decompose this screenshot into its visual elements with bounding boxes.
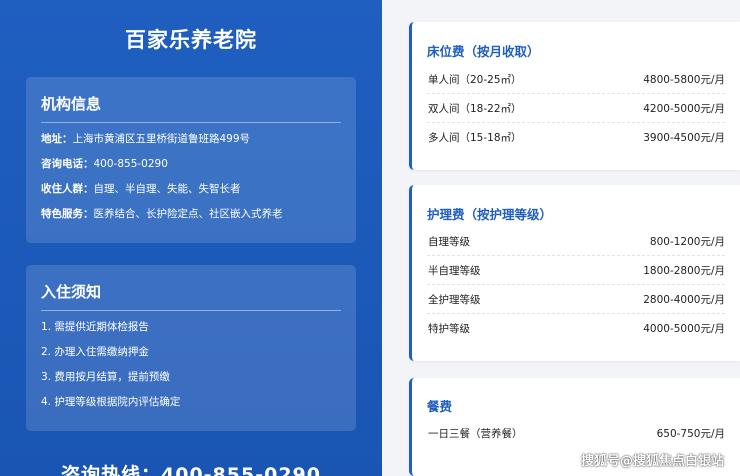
services-row: 特色服务：医养结合、长护险定点、社区嵌入式养老 [41,206,283,221]
fee-row: 一日三餐（营养餐） 650-750元/月 [427,419,725,448]
bed-fee-title: 床位费（按月收取） [427,44,540,59]
services-value: 医养结合、长护险定点、社区嵌入式养老 [93,208,283,220]
address-row: 地址：上海市黄浦区五里桥街道鲁班路499号 [41,131,250,146]
hotline: 咨询热线：400-855-0290 [61,464,321,476]
fee-price: 800-1200元/月 [649,236,725,248]
notice-item: 3. 费用按月结算，提前预缴 [41,371,170,383]
fee-name: 单人间（20-25㎡） [428,74,522,86]
fee-price: 4800-5800元/月 [643,74,725,86]
info-panel: 百家乐养老院 机构信息 地址：上海市黄浦区五里桥街道鲁班路499号 咨询电话：4… [0,0,382,476]
org-info-card: 机构信息 地址：上海市黄浦区五里桥街道鲁班路499号 咨询电话：400-855-… [26,77,356,243]
fee-price: 3900-4500元/月 [643,132,725,144]
meal-fee-title: 餐费 [427,399,453,414]
fee-name: 半自理等级 [428,265,481,277]
residents-label: 收住人群： [41,183,94,195]
address-label: 地址： [41,133,73,145]
phone-row: 咨询电话：400-855-0290 [41,156,168,171]
fee-row: 多人间（15-18㎡） 3900-4500元/月 [427,123,725,152]
fee-panel: 床位费（按月收取） 单人间（20-25㎡） 4800-5800元/月 双人间（1… [382,0,740,476]
fee-name: 特护等级 [428,323,470,335]
fee-name: 多人间（15-18㎡） [428,132,522,144]
services-label: 特色服务： [41,208,94,220]
care-fee-title: 护理费（按护理等级） [427,207,553,222]
phone-value: 400-855-0290 [93,158,168,170]
residents-row: 收住人群：自理、半自理、失能、失智长者 [41,181,241,196]
notice-item: 2. 办理入住需缴纳押金 [41,346,149,358]
fee-name: 双人间（18-22㎡） [428,103,522,115]
watermark: 搜狐号@搜狐焦点白银站 [580,454,724,469]
notice-item: 1. 需提供近期体检报告 [41,321,149,333]
fee-price: 1800-2800元/月 [643,265,725,277]
fee-price: 4200-5000元/月 [643,103,725,115]
fee-price: 2800-4000元/月 [643,294,725,306]
fee-row: 特护等级 4000-5000元/月 [427,314,725,343]
notice-item: 4. 护理等级根据院内评估确定 [41,396,181,408]
fee-name: 自理等级 [428,236,470,248]
fee-row: 半自理等级 1800-2800元/月 [427,256,725,285]
fee-name: 一日三餐（营养餐） [428,428,523,440]
phone-label: 咨询电话： [41,158,94,170]
admission-notice-title: 入住须知 [41,281,341,311]
fee-price: 650-750元/月 [656,428,725,440]
fee-row: 双人间（18-22㎡） 4200-5000元/月 [427,94,725,123]
org-title: 百家乐养老院 [125,28,257,52]
fee-name: 全护理等级 [428,294,481,306]
fee-row: 全护理等级 2800-4000元/月 [427,285,725,314]
fee-price: 4000-5000元/月 [643,323,725,335]
residents-value: 自理、半自理、失能、失智长者 [93,183,241,195]
address-value: 上海市黄浦区五里桥街道鲁班路499号 [72,133,251,145]
fee-row: 自理等级 800-1200元/月 [427,227,725,256]
fee-row: 单人间（20-25㎡） 4800-5800元/月 [427,65,725,94]
care-fee-card: 护理费（按护理等级） 自理等级 800-1200元/月 半自理等级 1800-2… [409,185,740,361]
bed-fee-card: 床位费（按月收取） 单人间（20-25㎡） 4800-5800元/月 双人间（1… [409,22,740,170]
org-info-title: 机构信息 [41,93,341,123]
admission-notice-card: 入住须知 1. 需提供近期体检报告 2. 办理入住需缴纳押金 3. 费用按月结算… [26,265,356,431]
